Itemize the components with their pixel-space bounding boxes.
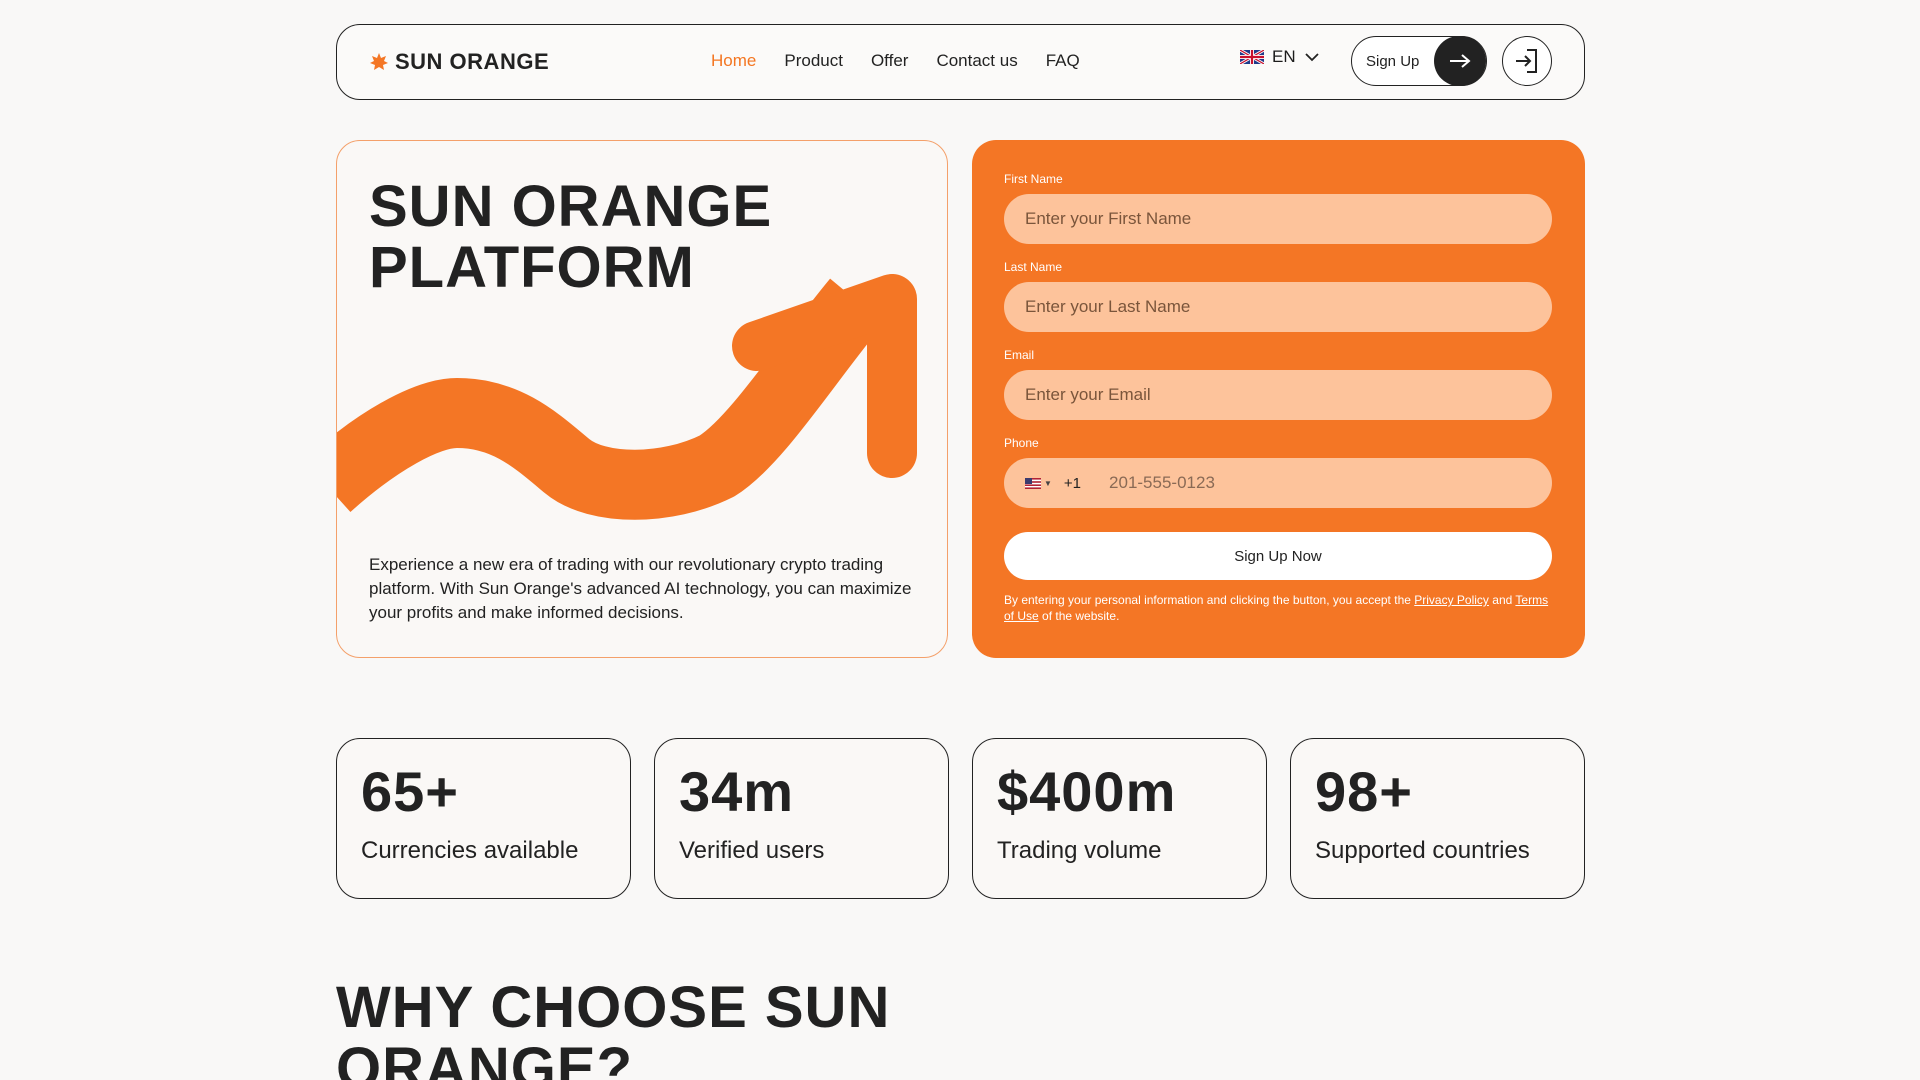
main-nav: Home Product Offer Contact us FAQ bbox=[711, 51, 1080, 71]
last-name-field[interactable] bbox=[1004, 282, 1552, 332]
stat-label: Trading volume bbox=[997, 836, 1162, 864]
phone-country-code: +1 bbox=[1063, 474, 1082, 492]
stat-card: 34m Verified users bbox=[654, 738, 949, 899]
last-name-label: Last Name bbox=[1004, 260, 1063, 274]
hero-description: Experience a new era of trading with our… bbox=[369, 555, 912, 622]
us-flag-icon bbox=[1025, 477, 1041, 489]
stat-label: Currencies available bbox=[361, 836, 579, 864]
nav-home[interactable]: Home bbox=[711, 51, 756, 71]
nav-contact-us[interactable]: Contact us bbox=[936, 51, 1017, 71]
stat-value: $400m bbox=[997, 760, 1177, 823]
hero-title: SUN ORANGE PLATFORM bbox=[369, 174, 773, 300]
stat-value: 98+ bbox=[1315, 760, 1413, 823]
language-label: EN bbox=[1272, 47, 1296, 66]
site-header: SUN ORANGE Home Product Offer Contact us… bbox=[336, 24, 1585, 100]
stat-card: 98+ Supported countries bbox=[1290, 738, 1585, 899]
chevron-down-icon bbox=[1304, 53, 1319, 62]
why-choose-title: WHY CHOOSE SUN ORANGE? bbox=[336, 975, 891, 1080]
nav-offer[interactable]: Offer bbox=[871, 51, 908, 71]
first-name-field[interactable] bbox=[1004, 194, 1552, 244]
phone-label: Phone bbox=[1004, 436, 1039, 450]
phone-field-group: ▼ +1 bbox=[1004, 458, 1552, 508]
stat-card: $400m Trading volume bbox=[972, 738, 1267, 899]
stat-label: Verified users bbox=[679, 836, 825, 864]
header-signup-button[interactable]: Sign Up bbox=[1351, 36, 1487, 86]
caret-down-icon: ▼ bbox=[1044, 478, 1052, 488]
nav-product[interactable]: Product bbox=[784, 51, 843, 71]
brand-name: SUN ORANGE bbox=[395, 49, 550, 74]
hero-card: SUN ORANGE PLATFORM Experience a new era… bbox=[336, 140, 948, 658]
country-selector[interactable]: ▼ bbox=[1025, 477, 1052, 489]
phone-field[interactable] bbox=[1109, 473, 1490, 493]
legal-middle: and bbox=[1488, 593, 1516, 607]
signup-form: First Name Last Name Email Phone ▼ +1 Si… bbox=[972, 140, 1585, 658]
arrow-right-icon bbox=[1434, 36, 1486, 86]
language-selector[interactable]: EN bbox=[1240, 47, 1320, 67]
uk-flag-icon bbox=[1240, 50, 1264, 64]
legal-suffix: of the website. bbox=[1038, 609, 1120, 623]
sun-icon bbox=[370, 53, 388, 70]
stat-label: Supported countries bbox=[1315, 836, 1530, 864]
signup-now-button[interactable]: Sign Up Now bbox=[1004, 532, 1552, 580]
legal-prefix: By entering your personal information an… bbox=[1004, 593, 1415, 607]
login-button[interactable] bbox=[1502, 36, 1552, 86]
legal-notice: By entering your personal information an… bbox=[1004, 592, 1553, 624]
logo[interactable]: SUN ORANGE bbox=[369, 49, 549, 75]
login-icon bbox=[1516, 49, 1537, 73]
privacy-policy-link[interactable]: Privacy Policy bbox=[1414, 593, 1489, 607]
stat-value: 34m bbox=[679, 760, 795, 823]
email-field[interactable] bbox=[1004, 370, 1552, 420]
stat-value: 65+ bbox=[361, 760, 459, 823]
first-name-label: First Name bbox=[1004, 172, 1063, 186]
nav-faq[interactable]: FAQ bbox=[1046, 51, 1080, 71]
email-label: Email bbox=[1004, 348, 1035, 362]
stat-card: 65+ Currencies available bbox=[336, 738, 631, 899]
header-signup-label: Sign Up bbox=[1366, 52, 1420, 70]
